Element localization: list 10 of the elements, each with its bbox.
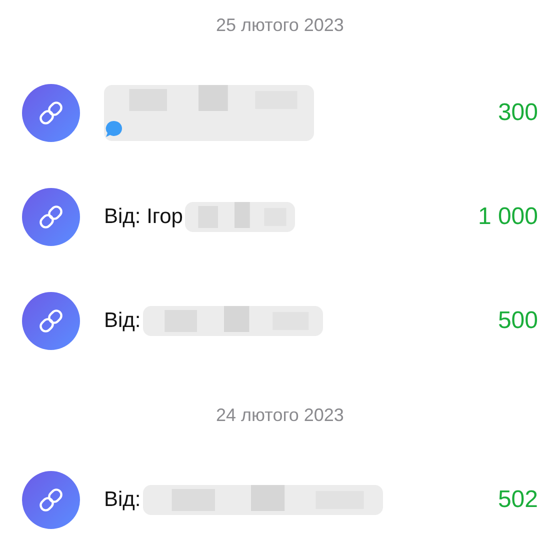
sender-name: Від: <box>104 488 141 512</box>
amount: 500 <box>498 307 538 335</box>
amount: 502 <box>498 486 538 514</box>
sender-name: Від: <box>104 309 141 333</box>
amount: 1 000 <box>478 203 538 231</box>
date-header: 25 лютого 2023 <box>215 14 345 37</box>
amount: 300 <box>498 99 538 127</box>
sender-name: Від: Ігор <box>104 205 183 229</box>
message-bubble-icon <box>104 119 124 139</box>
date-header: 24 лютого 2023 <box>215 404 345 427</box>
